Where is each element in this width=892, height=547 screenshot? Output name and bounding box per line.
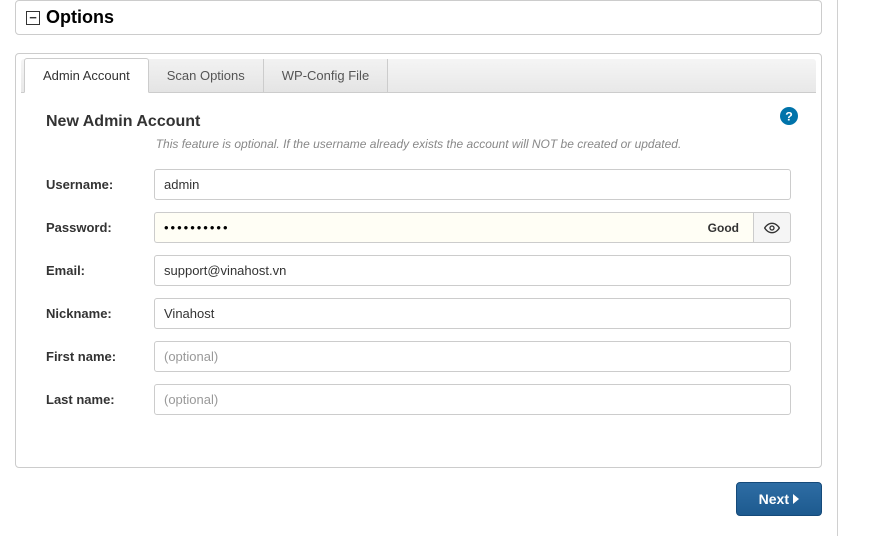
password-wrap: Good [154, 212, 791, 243]
toggle-password-visibility-button[interactable] [753, 212, 791, 243]
options-panel-header[interactable]: − Options [16, 1, 821, 34]
tab-label: WP-Config File [282, 68, 369, 83]
row-nickname: Nickname: [46, 298, 791, 329]
tab-scan-options[interactable]: Scan Options [149, 59, 264, 92]
label-nickname: Nickname: [46, 306, 154, 321]
eye-icon [764, 220, 780, 236]
tab-admin-account[interactable]: Admin Account [24, 58, 149, 93]
svg-text:?: ? [785, 110, 793, 124]
password-strength-badge: Good [694, 212, 753, 243]
tabs-panel: Admin Account Scan Options WP-Config Fil… [15, 53, 822, 468]
label-lastname: Last name: [46, 392, 154, 407]
panel-title: Options [46, 7, 114, 28]
label-username: Username: [46, 177, 154, 192]
section-title: New Admin Account [46, 113, 791, 131]
caret-right-icon [793, 494, 799, 504]
row-firstname: First name: [46, 341, 791, 372]
label-password: Password: [46, 220, 154, 235]
collapse-icon: − [26, 11, 40, 25]
label-email: Email: [46, 263, 154, 278]
username-input[interactable] [154, 169, 791, 200]
options-panel: − Options [15, 0, 822, 35]
tab-content: ? New Admin Account This feature is opti… [21, 93, 816, 437]
firstname-input[interactable] [154, 341, 791, 372]
label-firstname: First name: [46, 349, 154, 364]
email-input[interactable] [154, 255, 791, 286]
nickname-input[interactable] [154, 298, 791, 329]
next-button-label: Next [759, 491, 789, 507]
row-password: Password: Good [46, 212, 791, 243]
tab-label: Admin Account [43, 68, 130, 83]
row-email: Email: [46, 255, 791, 286]
next-button[interactable]: Next [736, 482, 822, 516]
section-note: This feature is optional. If the usernam… [46, 137, 791, 151]
footer-actions: Next [15, 482, 822, 516]
tab-wp-config-file[interactable]: WP-Config File [264, 59, 388, 92]
row-lastname: Last name: [46, 384, 791, 415]
password-input[interactable] [154, 212, 694, 243]
help-icon[interactable]: ? [780, 107, 798, 125]
lastname-input[interactable] [154, 384, 791, 415]
row-username: Username: [46, 169, 791, 200]
tab-bar: Admin Account Scan Options WP-Config Fil… [21, 59, 816, 93]
tab-label: Scan Options [167, 68, 245, 83]
